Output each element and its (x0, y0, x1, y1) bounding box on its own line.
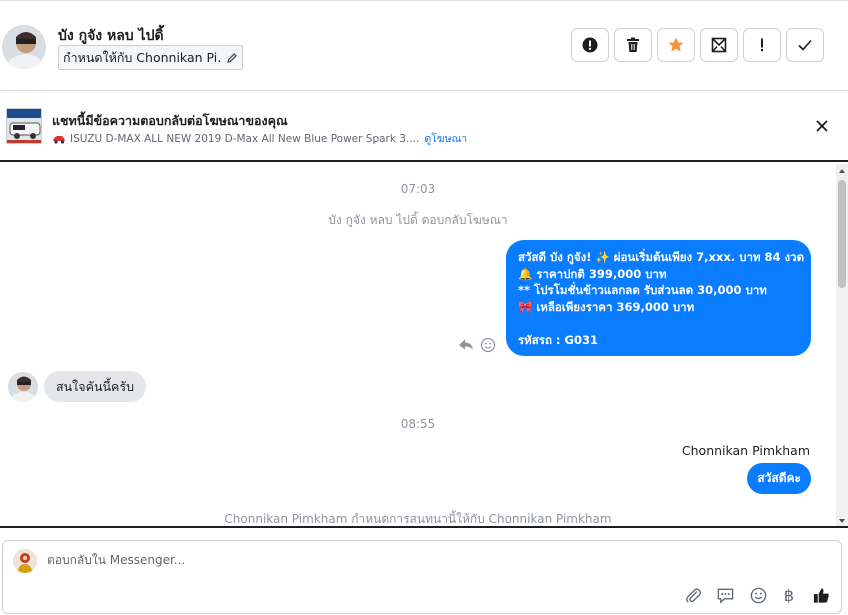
incoming-message[interactable]: สนใจคันนี้ครับ (44, 371, 147, 402)
emoji-reaction-icon[interactable] (480, 337, 496, 353)
scroll-up-arrow-icon[interactable] (838, 167, 846, 175)
ad-thumbnail[interactable] (6, 108, 42, 144)
message-actions (459, 337, 496, 353)
system-message: Chonnikan Pimkham กำหนดการสนทนานี้ให้กับ… (224, 512, 612, 526)
check-icon (798, 39, 812, 51)
sender-name: Chonnikan Pimkham (681, 443, 810, 458)
emoji-button[interactable] (748, 585, 768, 605)
mark-done-button[interactable] (786, 28, 824, 62)
ad-reply-banner: แชทนี้มีข้อความตอบกลับต่อโฆษณาของคุณ ISU… (0, 92, 848, 162)
pencil-icon (227, 52, 237, 63)
delete-button[interactable] (614, 28, 652, 62)
message-line (518, 315, 799, 332)
system-message: บัง กูจัง หลบ ไปดิ้ ตอบกลับโฆษณา (328, 213, 508, 227)
reply-input[interactable] (47, 553, 647, 567)
exclamation-icon (761, 38, 763, 52)
reply-icon[interactable] (459, 339, 473, 351)
view-ad-link[interactable]: ดูโฆษณา (424, 130, 467, 147)
message-line: ** โปรโมชั่นข้าวแลกลด รับส่วนลด 30,000 บ… (518, 283, 767, 297)
trash-icon (627, 37, 639, 52)
car-icon (53, 135, 65, 144)
saved-replies-button[interactable] (715, 585, 735, 605)
star-icon (668, 37, 684, 52)
ad-description-text: ISUZU D-MAX ALL NEW 2019 D-Max All New B… (70, 132, 420, 145)
close-icon[interactable] (814, 118, 830, 134)
contact-avatar[interactable] (2, 25, 46, 69)
message-line: 🔔 ราคาปกติ 399,000 บาท (518, 266, 667, 281)
emoji-icon (750, 587, 766, 603)
contact-name: บัง กูจัง หลบ ไปดิ้ (58, 28, 164, 44)
star-button[interactable] (657, 28, 695, 62)
message-line: รหัสรถ : G031 (518, 332, 598, 347)
message-composer: ฿ (2, 540, 842, 614)
attachment-icon (685, 587, 701, 603)
outgoing-message[interactable]: สวัสดี บัง กูจัง! ✨ ผ่อนเริ่มต้นเพียง 7,… (506, 240, 811, 356)
payment-button[interactable]: ฿ (779, 585, 799, 605)
ad-banner-title: แชทนี้มีข้อความตอบกลับต่อโฆษณาของคุณ (52, 113, 288, 128)
timestamp: 07:03 (400, 182, 436, 196)
like-icon (813, 587, 829, 603)
alert-circle-icon (582, 37, 598, 53)
contact-avatar-small (8, 372, 38, 402)
like-button[interactable] (811, 585, 831, 605)
page-avatar (13, 549, 37, 573)
archive-envelope-icon (711, 37, 727, 53)
outgoing-message[interactable]: สวัสดีคะ (747, 463, 811, 494)
ad-description: ISUZU D-MAX ALL NEW 2019 D-Max All New B… (52, 130, 467, 147)
scrollbar[interactable] (836, 164, 848, 526)
scroll-down-arrow-icon[interactable] (838, 517, 846, 525)
report-spam-button[interactable] (571, 28, 609, 62)
assignee-label: กำหนดให้กับ Chonnikan Pi... (63, 49, 222, 65)
scrollbar-thumb[interactable] (838, 180, 846, 288)
move-to-done-button[interactable] (700, 28, 738, 62)
message-thread[interactable]: 07:03 บัง กูจัง หลบ ไปดิ้ ตอบกลับโฆษณา ส… (0, 164, 848, 528)
attach-button[interactable] (683, 585, 703, 605)
mark-important-button[interactable] (743, 28, 781, 62)
assignee-selector[interactable]: กำหนดให้กับ Chonnikan Pi... (58, 45, 243, 70)
conversation-header: บัง กูจัง หลบ ไปดิ้ กำหนดให้กับ Chonnika… (0, 1, 848, 91)
message-line: 🎀 เหลือเพียงราคา 369,000 บาท (518, 299, 695, 314)
quick-reply-icon (717, 588, 733, 604)
timestamp: 08:55 (400, 417, 436, 431)
baht-icon: ฿ (783, 585, 795, 605)
message-line: สวัสดี บัง กูจัง! ✨ ผ่อนเริ่มต้นเพียง 7,… (518, 250, 805, 264)
